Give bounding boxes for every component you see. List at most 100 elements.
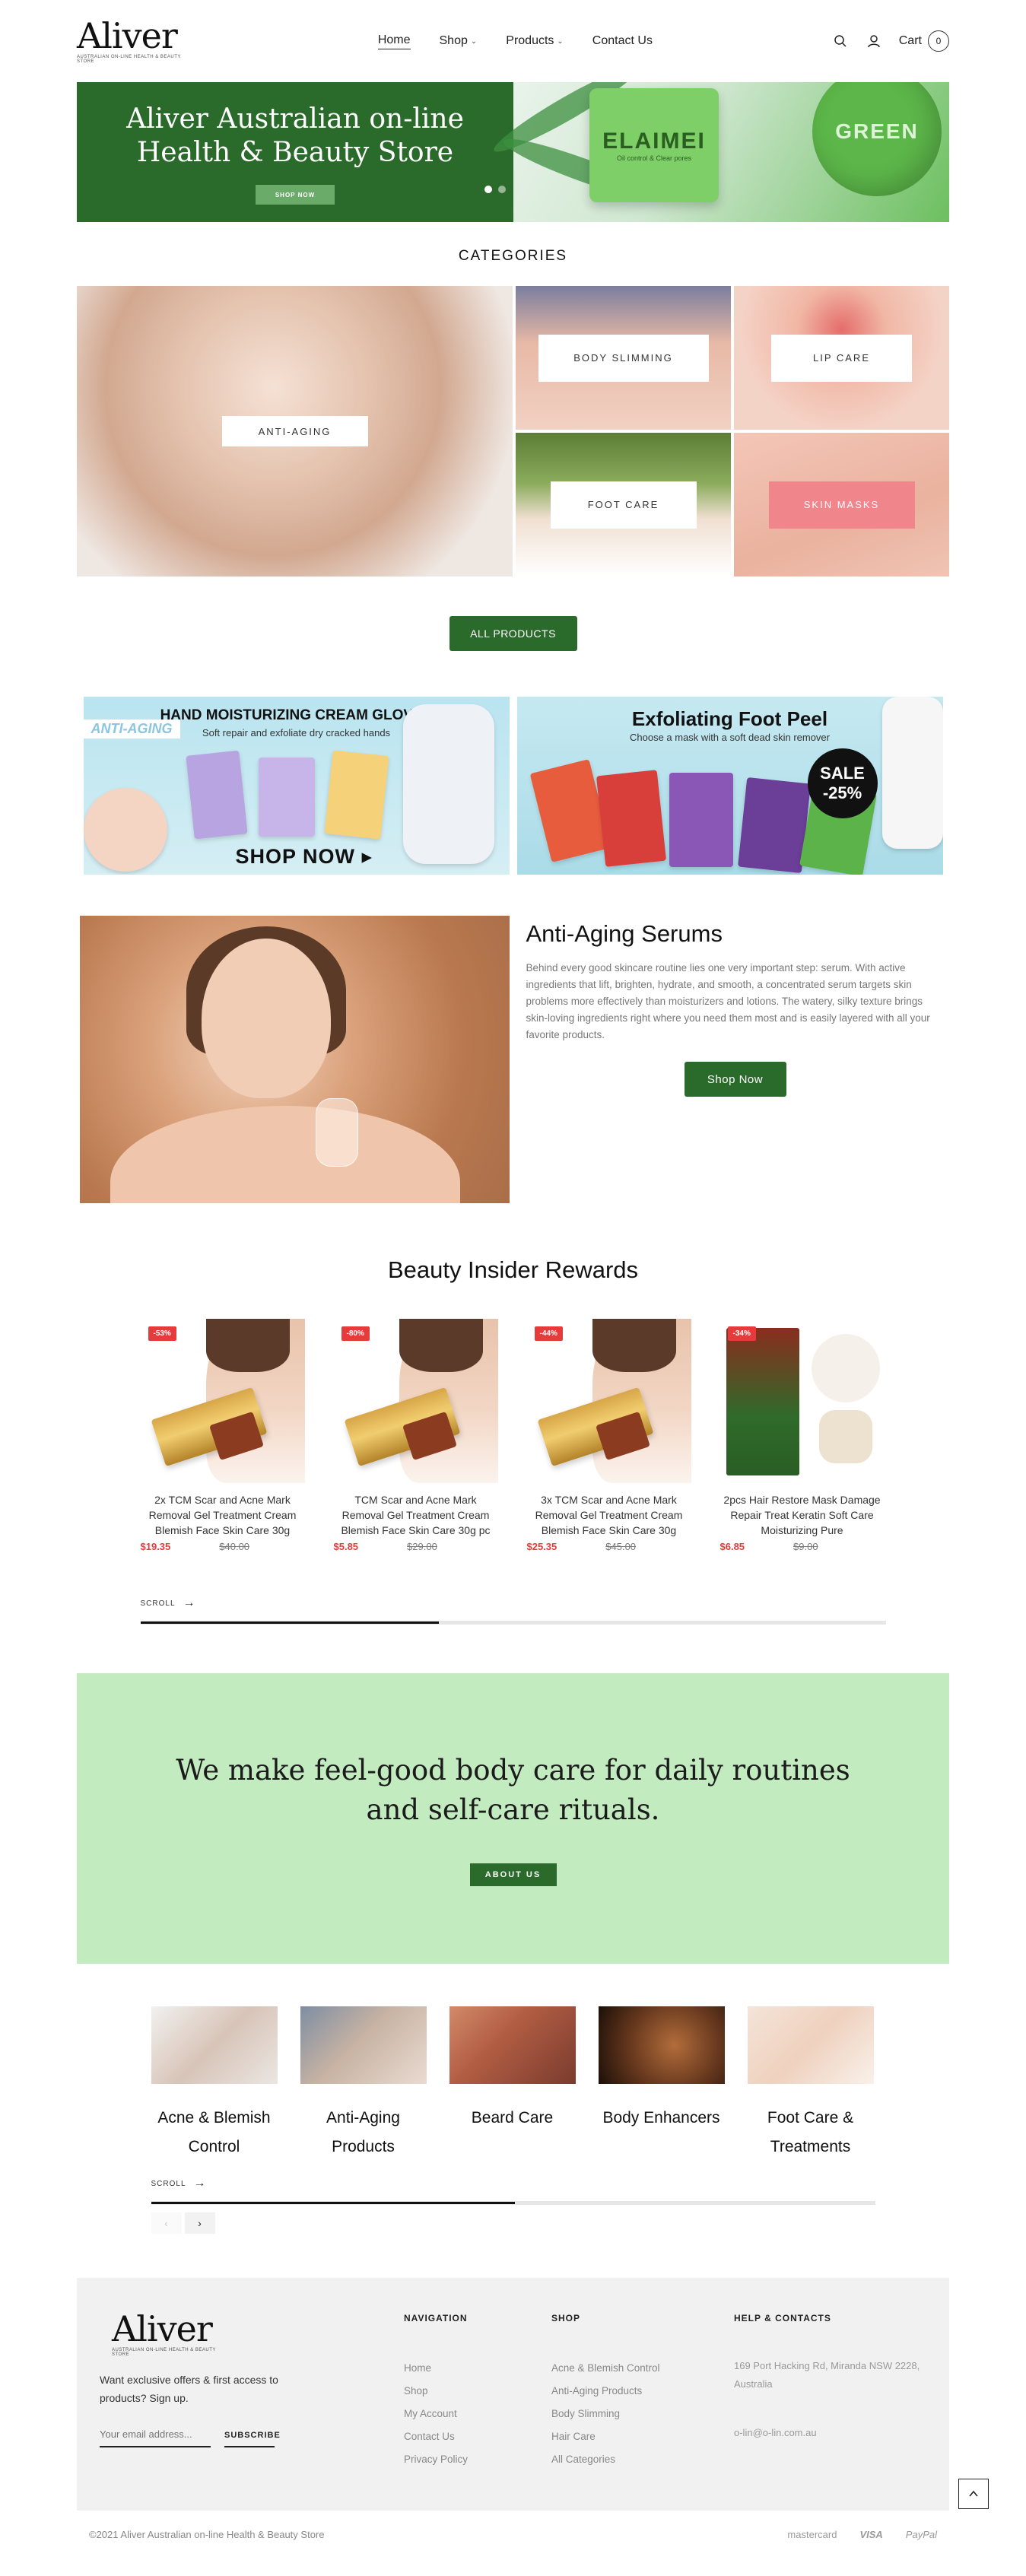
hero-jar-text: GREEN bbox=[835, 119, 919, 143]
product-image[interactable]: -80% bbox=[333, 1319, 498, 1483]
model-hair bbox=[205, 1319, 290, 1372]
scroll-hint: SCROLL → bbox=[151, 2177, 875, 2190]
all-products-button[interactable]: ALL PRODUCTS bbox=[449, 616, 577, 651]
product-image[interactable]: -34% bbox=[719, 1319, 885, 1483]
product-name[interactable]: 2pcs Hair Restore Mask Damage Repair Tre… bbox=[720, 1492, 885, 1538]
nav-shop[interactable]: Shop ⌄ bbox=[440, 33, 478, 49]
slider-dot-active[interactable] bbox=[484, 186, 492, 193]
search-icon[interactable] bbox=[832, 33, 849, 49]
sale-label: SALE bbox=[820, 764, 865, 783]
chevron-down-icon: ⌄ bbox=[557, 37, 564, 46]
footer-email-link[interactable]: o-lin@o-lin.com.au bbox=[734, 2427, 924, 2438]
product-card[interactable]: -53% 2x TCM Scar and Acne Mark Removal G… bbox=[140, 1319, 305, 1552]
feature-body: Behind every good skincare routine lies … bbox=[526, 962, 930, 1040]
model-hair bbox=[592, 1319, 676, 1372]
site-header: Aliver Australian on-line Health & Beaut… bbox=[77, 0, 949, 82]
scrollbar-thumb[interactable] bbox=[140, 1622, 439, 1624]
product-pack-image bbox=[529, 759, 611, 862]
product-card[interactable]: -44% 3x TCM Scar and Acne Mark Removal G… bbox=[526, 1319, 691, 1552]
category-skin-masks[interactable]: SKIN MASKS bbox=[734, 433, 949, 577]
product-card[interactable]: -34% 2pcs Hair Restore Mask Damage Repai… bbox=[719, 1319, 885, 1552]
categories-title: CATEGORIES bbox=[458, 248, 568, 264]
prev-button[interactable]: ‹ bbox=[151, 2212, 182, 2234]
collection-foot-care[interactable]: Foot Care & Treatments bbox=[747, 2006, 874, 2161]
category-foot-care[interactable]: FOOT CARE bbox=[516, 433, 731, 577]
collection-scrollbar[interactable] bbox=[151, 2201, 875, 2205]
nav-home-label: Home bbox=[377, 33, 411, 46]
account-icon[interactable] bbox=[866, 33, 882, 49]
product-name[interactable]: TCM Scar and Acne Mark Removal Gel Treat… bbox=[334, 1492, 498, 1538]
collection-image[interactable] bbox=[747, 2006, 874, 2084]
collection-image[interactable] bbox=[598, 2006, 725, 2084]
back-to-top-button[interactable] bbox=[958, 2479, 989, 2509]
nav-contact[interactable]: Contact Us bbox=[592, 33, 653, 49]
collection-pager: ‹ › bbox=[151, 2212, 875, 2234]
category-body-slimming[interactable]: BODY SLIMMING bbox=[516, 286, 731, 430]
footer-link-acne[interactable]: Acne & Blemish Control bbox=[551, 2357, 699, 2380]
collection-name[interactable]: Body Enhancers bbox=[599, 2104, 725, 2133]
nav-products[interactable]: Products ⌄ bbox=[506, 33, 564, 49]
main-nav: Home Shop ⌄ Products ⌄ Contact Us bbox=[377, 33, 653, 49]
carousel-scrollbar[interactable] bbox=[140, 1621, 886, 1625]
next-button[interactable]: › bbox=[184, 2212, 215, 2234]
footer-link-hair-care[interactable]: Hair Care bbox=[551, 2425, 699, 2448]
collection-acne-blemish[interactable]: Acne & Blemish Control bbox=[151, 2006, 278, 2161]
model-hair bbox=[399, 1319, 483, 1372]
cream-swatch bbox=[811, 1334, 880, 1402]
product-name[interactable]: 2x TCM Scar and Acne Mark Removal Gel Tr… bbox=[141, 1492, 305, 1538]
email-input[interactable] bbox=[100, 2425, 211, 2447]
cream-swatch bbox=[818, 1410, 872, 1463]
collection-name[interactable]: Acne & Blemish Control bbox=[151, 2104, 278, 2161]
footer-logo[interactable]: Aliver Australian on-line Health & Beaut… bbox=[112, 2311, 233, 2357]
discount-badge: -34% bbox=[727, 1326, 756, 1341]
collection-name[interactable]: Foot Care & Treatments bbox=[748, 2104, 874, 2161]
feelgood-line: We make feel-good body care for daily ro… bbox=[176, 1754, 850, 1787]
collection-name[interactable]: Anti-Aging Products bbox=[300, 2104, 427, 2161]
collection-image[interactable] bbox=[151, 2006, 278, 2084]
promo-foot-peel[interactable]: Exfoliating Foot Peel Choose a mask with… bbox=[516, 697, 943, 875]
category-anti-aging[interactable]: ANTI-AGING bbox=[77, 286, 513, 577]
category-lip-care[interactable]: LIP CARE bbox=[734, 286, 949, 430]
product-image[interactable]: -44% bbox=[526, 1319, 691, 1483]
collection-body-enhancers[interactable]: Body Enhancers bbox=[598, 2006, 725, 2161]
footer-link-anti-aging[interactable]: Anti-Aging Products bbox=[551, 2380, 699, 2403]
product-pack-image bbox=[669, 773, 733, 867]
site-footer: Aliver Australian on-line Health & Beaut… bbox=[77, 2278, 989, 2511]
collection-beard-care[interactable]: Beard Care bbox=[449, 2006, 576, 2161]
subscribe-button[interactable]: SUBSCRIBE bbox=[224, 2428, 280, 2447]
scrollbar-thumb[interactable] bbox=[151, 2202, 515, 2204]
serum-feature: Anti-Aging Serums Behind every good skin… bbox=[79, 916, 947, 1203]
original-price: $40.00 bbox=[219, 1541, 250, 1552]
nav-home[interactable]: Home bbox=[377, 33, 411, 49]
mastercard-icon: mastercard bbox=[787, 2528, 837, 2540]
footer-link-privacy[interactable]: Privacy Policy bbox=[404, 2448, 551, 2471]
footer-heading: NAVIGATION bbox=[404, 2313, 468, 2323]
category-label: FOOT CARE bbox=[550, 481, 697, 529]
feature-shop-now-button[interactable]: Shop Now bbox=[684, 1062, 786, 1097]
footer-link-body-slimming[interactable]: Body Slimming bbox=[551, 2403, 699, 2425]
product-name[interactable]: 3x TCM Scar and Acne Mark Removal Gel Tr… bbox=[527, 1492, 691, 1538]
product-pack-image bbox=[596, 770, 666, 867]
cart-button[interactable]: Cart 0 bbox=[899, 30, 949, 52]
hero-product-name: ELAIMEI bbox=[602, 129, 706, 154]
product-image[interactable]: -53% bbox=[140, 1319, 305, 1483]
product-card[interactable]: -80% TCM Scar and Acne Mark Removal Gel … bbox=[333, 1319, 498, 1552]
slider-dot[interactable] bbox=[498, 186, 506, 193]
footer-link-shop[interactable]: Shop bbox=[404, 2380, 551, 2403]
promo-hand-gloves[interactable]: ANTI-AGING HAND MOISTURIZING CREAM GLOVE… bbox=[83, 697, 510, 875]
hero-product-sub: Oil control & Clear pores bbox=[616, 154, 692, 162]
logo[interactable]: Aliver Australian on-line Health & Beaut… bbox=[77, 18, 199, 64]
about-us-button[interactable]: ABOUT US bbox=[469, 1863, 557, 1886]
footer-nav-column: NAVIGATION Home Shop My Account Contact … bbox=[404, 2311, 551, 2511]
collection-anti-aging[interactable]: Anti-Aging Products bbox=[300, 2006, 427, 2161]
hero-shop-now-button[interactable]: SHOP NOW bbox=[256, 185, 335, 205]
footer-link-contact[interactable]: Contact Us bbox=[404, 2425, 551, 2448]
scroll-label: SCROLL bbox=[151, 2179, 186, 2188]
footer-link-all-categories[interactable]: All Categories bbox=[551, 2448, 699, 2471]
footer-link-account[interactable]: My Account bbox=[404, 2403, 551, 2425]
scroll-label: SCROLL bbox=[140, 1599, 176, 1608]
collection-image[interactable] bbox=[300, 2006, 427, 2084]
collection-name[interactable]: Beard Care bbox=[449, 2104, 576, 2133]
footer-link-home[interactable]: Home bbox=[404, 2357, 551, 2380]
collection-image[interactable] bbox=[449, 2006, 576, 2084]
